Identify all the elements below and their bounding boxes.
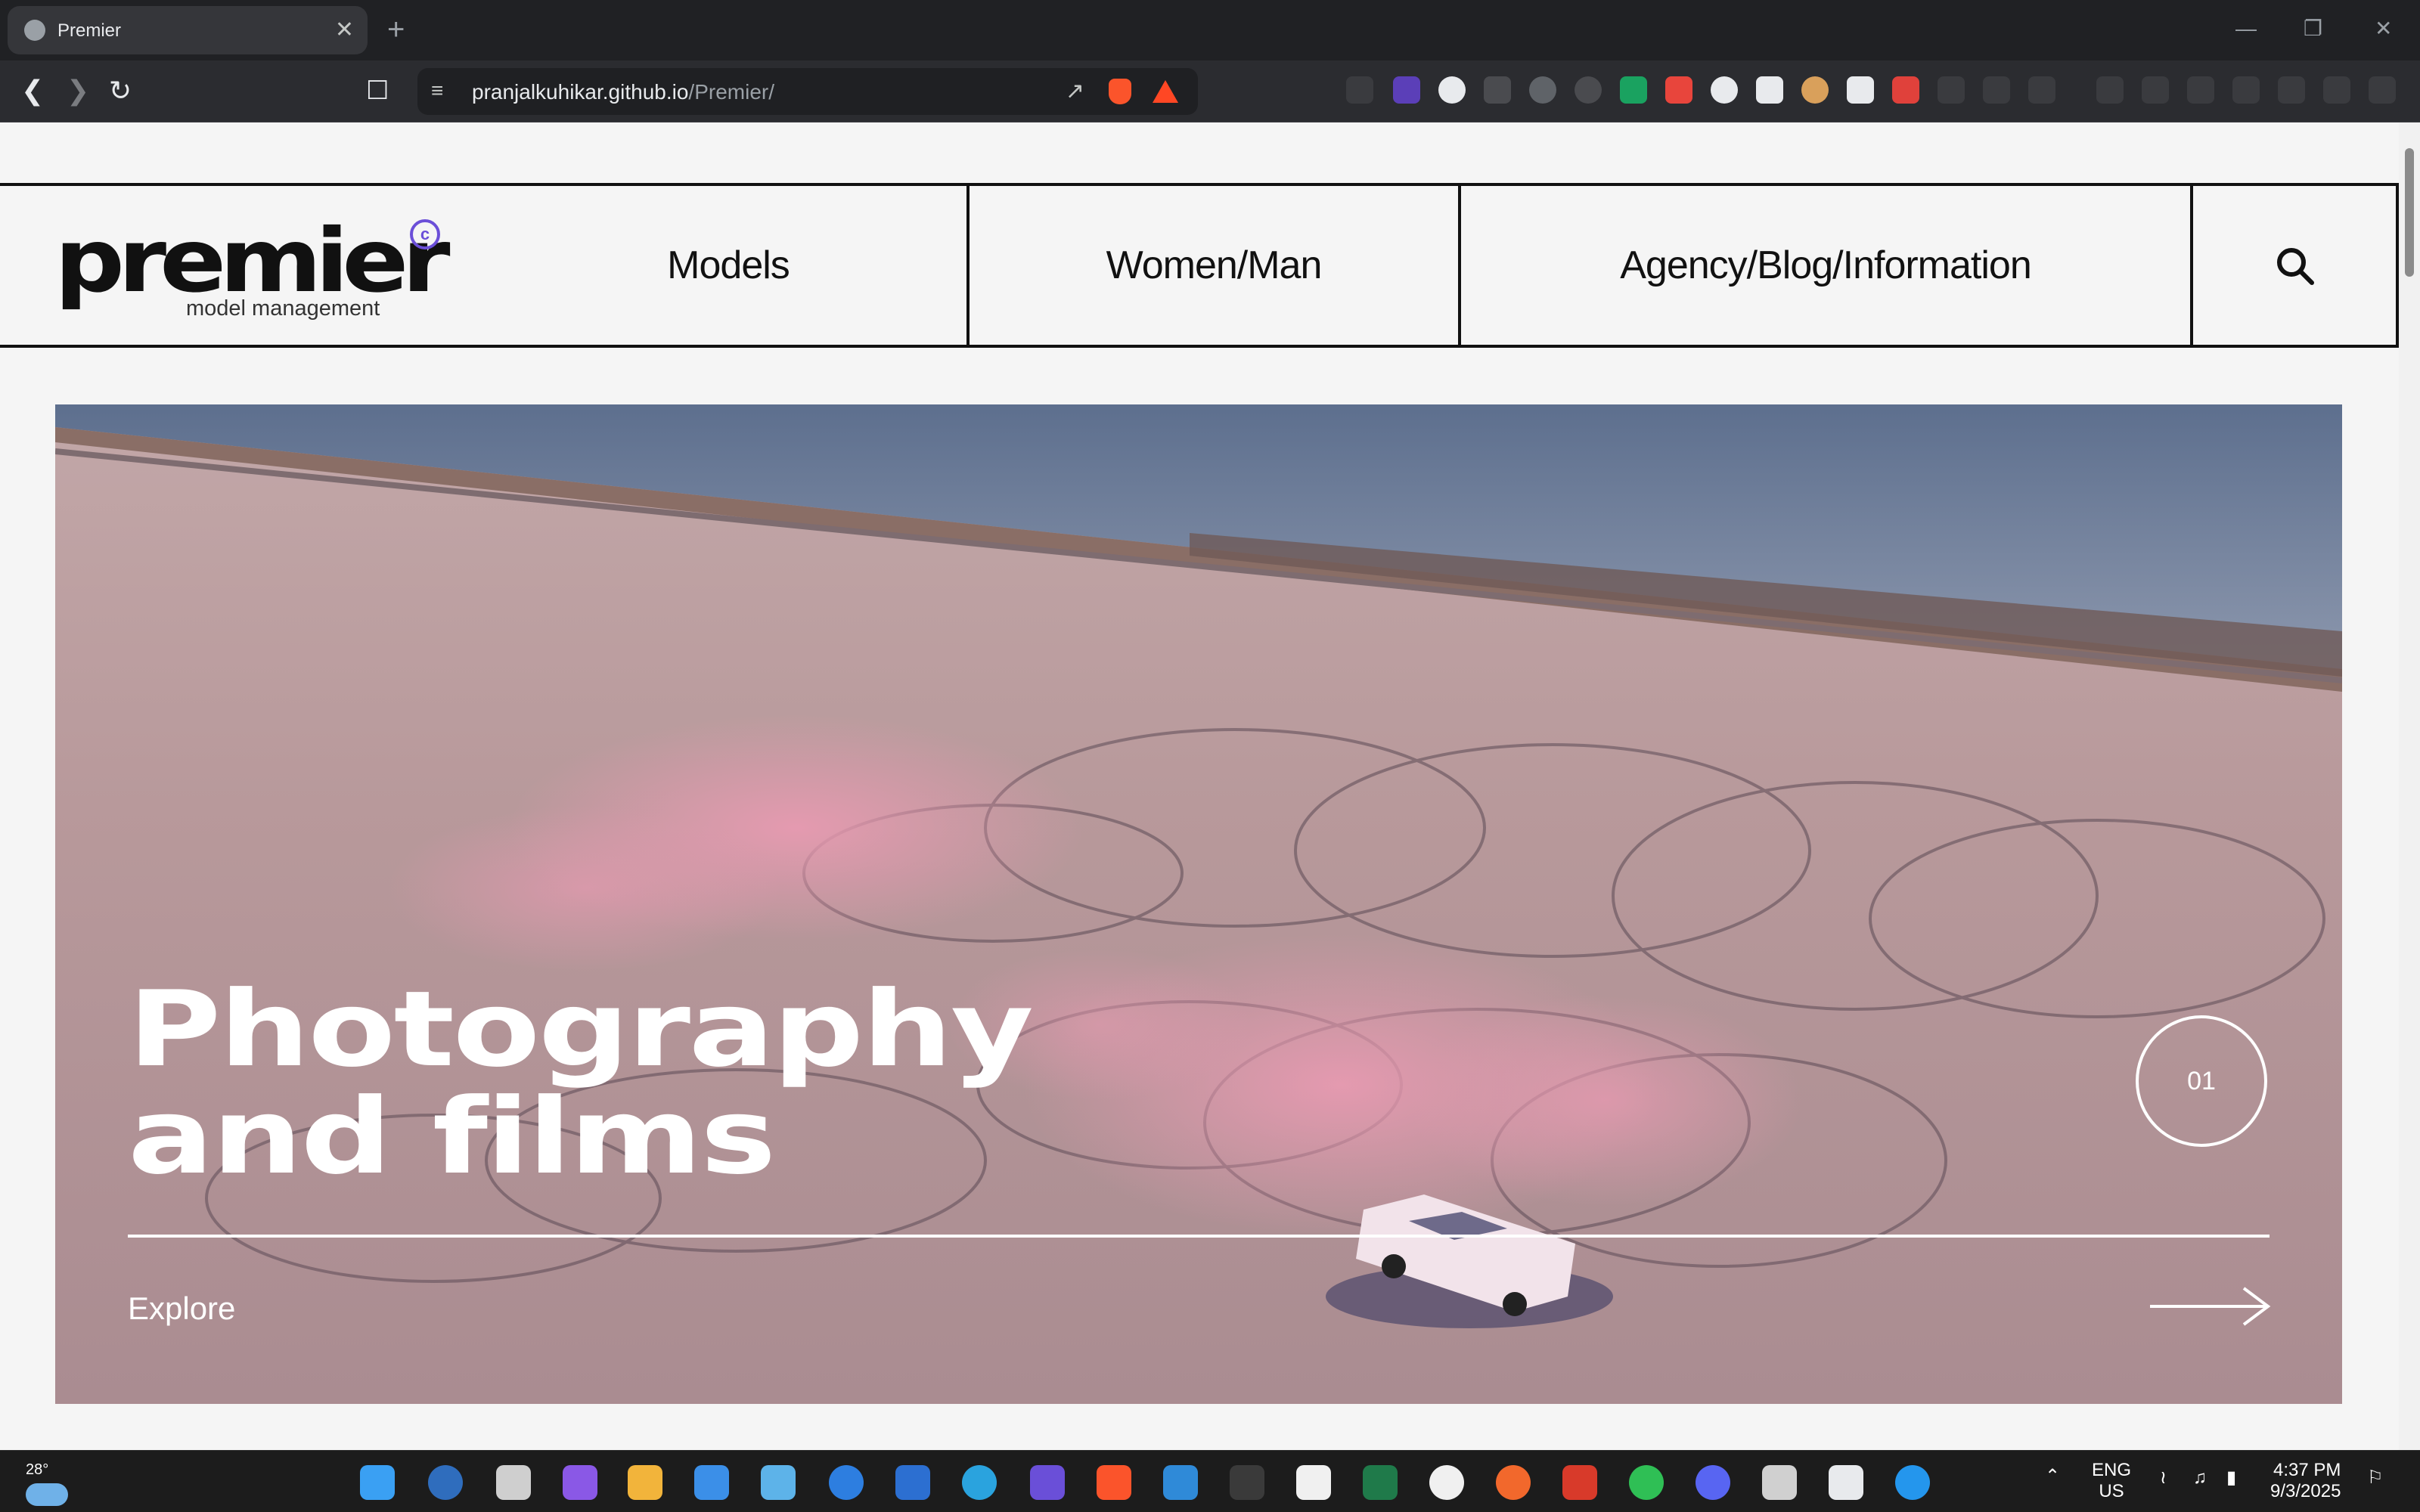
brave-rewards-icon[interactable]	[1153, 80, 1178, 103]
restore-icon[interactable]: ❐	[2304, 14, 2322, 44]
notification-icon[interactable]: ⚐	[2367, 1467, 2384, 1489]
search-icon[interactable]	[2274, 245, 2315, 286]
file-explorer-icon[interactable]	[628, 1465, 662, 1500]
notes-app-icon[interactable]	[1762, 1465, 1797, 1500]
tab-strip: Premier ✕ + — ❐ ✕	[0, 0, 2420, 60]
menu-icon[interactable]	[2369, 76, 2396, 104]
eye-extension-icon[interactable]	[1438, 76, 1466, 104]
copilot-icon[interactable]	[563, 1465, 597, 1500]
download-icon[interactable]	[2096, 76, 2124, 104]
media-icon[interactable]	[2142, 76, 2169, 104]
car-shape	[1326, 1194, 1613, 1328]
browser-tab[interactable]: Premier ✕	[8, 6, 368, 54]
nav-agency-blog-information[interactable]: Agency/Blog/Information	[1620, 243, 2032, 288]
wifi-icon[interactable]: ≀	[2160, 1467, 2167, 1489]
cookie-extension-icon[interactable]	[1801, 76, 1829, 104]
whatsapp-icon[interactable]	[1629, 1465, 1664, 1500]
leo-ai-icon[interactable]	[2278, 76, 2305, 104]
address-bar[interactable]: ≡ pranjalkuhikar.github.io/Premier/ ↗	[417, 68, 1198, 115]
function-extension-icon[interactable]	[1938, 76, 1965, 104]
page-scrollbar[interactable]	[2399, 122, 2420, 1450]
page-viewport: premier c model management Models Women/…	[0, 122, 2399, 1450]
start-icon[interactable]	[360, 1465, 395, 1500]
block-extension-icon[interactable]	[1529, 76, 1556, 104]
chrome-icon[interactable]	[829, 1465, 864, 1500]
app-icon[interactable]	[1030, 1465, 1065, 1500]
sidebar-icon[interactable]	[2187, 76, 2214, 104]
nav-cell-agency: Agency/Blog/Information	[1461, 186, 2193, 345]
vpn-shield-icon[interactable]	[2323, 76, 2350, 104]
photos-icon[interactable]	[761, 1465, 796, 1500]
back-icon[interactable]: ❮	[21, 76, 44, 106]
leaf-extension-icon[interactable]	[1620, 76, 1647, 104]
store-icon[interactable]	[694, 1465, 729, 1500]
hero-title: Photography and films	[128, 968, 1034, 1198]
url-text[interactable]: pranjalkuhikar.github.io/Premier/	[472, 80, 774, 104]
battery-icon[interactable]: ▮	[2226, 1467, 2236, 1489]
temperature-text: 28°	[26, 1461, 49, 1478]
share-icon[interactable]: ↗	[1066, 78, 1084, 104]
tab-title: Premier	[57, 20, 122, 41]
wallet-icon[interactable]	[2232, 76, 2260, 104]
reader-mode-icon[interactable]	[2028, 76, 2055, 104]
search-taskbar-icon[interactable]	[428, 1465, 463, 1500]
telegram-icon[interactable]	[962, 1465, 997, 1500]
explore-link[interactable]: Explore	[128, 1290, 235, 1327]
terminal-app-icon[interactable]	[1363, 1465, 1398, 1500]
weather-widget[interactable]: 28°	[26, 1461, 68, 1506]
slide-number-badge[interactable]: 01	[2136, 1015, 2267, 1147]
drop-app-icon[interactable]	[1429, 1465, 1464, 1500]
minimize-icon[interactable]: —	[2235, 14, 2257, 44]
box-app-icon[interactable]	[1230, 1465, 1264, 1500]
r-app-icon[interactable]	[1562, 1465, 1597, 1500]
discord-icon[interactable]	[1696, 1465, 1730, 1500]
arrow-right-icon[interactable]	[2150, 1286, 2273, 1327]
window-close-icon[interactable]: ✕	[2375, 14, 2392, 44]
media-player-icon[interactable]	[895, 1465, 930, 1500]
nav-models[interactable]: Models	[667, 243, 790, 288]
windows-taskbar: 28° ⌃ ENG US ≀ ♫ ▮ 4:37 PM 9/3/2025 ⚐	[0, 1450, 2420, 1512]
hero-slide[interactable]: Photography and films 01 Explore	[55, 404, 2342, 1404]
circle-extension-icon[interactable]	[1711, 76, 1738, 104]
nav-cell-women-man: Women/Man	[970, 186, 1461, 345]
scrollbar-thumb[interactable]	[2405, 148, 2414, 277]
extension-badge-icon[interactable]	[1393, 76, 1420, 104]
bird-extension-icon[interactable]	[1892, 76, 1919, 104]
tab-close-icon[interactable]: ✕	[335, 15, 354, 45]
docker-icon[interactable]	[1895, 1465, 1930, 1500]
cloud-icon	[26, 1483, 68, 1506]
volume-icon[interactable]: ♫	[2193, 1467, 2207, 1489]
x-extension-icon[interactable]	[1484, 76, 1511, 104]
brave-taskbar-icon[interactable]	[1097, 1465, 1131, 1500]
language-indicator[interactable]: ENG US	[2092, 1460, 2131, 1502]
browser-toolbar: ❮ ❯ ↻ ☐ ≡ pranjalkuhikar.github.io/Premi…	[0, 60, 2420, 122]
bookmark-icon[interactable]: ☐	[366, 76, 389, 106]
puzzle-extensions-icon[interactable]	[1983, 76, 2010, 104]
grid-extension-icon[interactable]	[1665, 76, 1692, 104]
nav-women-man[interactable]: Women/Man	[1106, 243, 1323, 288]
hero-background-image	[55, 404, 2342, 1328]
reload-icon[interactable]: ↻	[109, 76, 132, 106]
chevron-up-icon[interactable]: ⌃	[2045, 1466, 2060, 1487]
globe-icon	[24, 20, 45, 41]
at-extension-icon[interactable]	[1756, 76, 1783, 104]
document-extension-icon[interactable]	[1847, 76, 1874, 104]
search-cell	[2193, 186, 2399, 345]
w-app-icon[interactable]	[1296, 1465, 1331, 1500]
clock[interactable]: 4:37 PM 9/3/2025	[2270, 1460, 2341, 1502]
brush-app-icon[interactable]	[1496, 1465, 1531, 1500]
task-view-icon[interactable]	[496, 1465, 531, 1500]
brave-shields-icon[interactable]	[1109, 79, 1131, 104]
bulb-extension-icon[interactable]	[1575, 76, 1602, 104]
site-settings-icon[interactable]: ≡	[431, 79, 443, 103]
vscode-icon[interactable]	[1163, 1465, 1198, 1500]
nav-cell-models: Models	[0, 186, 970, 345]
new-tab-icon[interactable]: +	[387, 11, 405, 48]
forward-icon[interactable]: ❯	[67, 76, 89, 106]
snipping-tool-icon[interactable]	[1829, 1465, 1863, 1500]
hero-divider	[128, 1235, 2270, 1238]
eyedropper-extension-icon[interactable]	[1346, 76, 1373, 104]
site-header: premier c model management Models Women/…	[0, 183, 2399, 348]
